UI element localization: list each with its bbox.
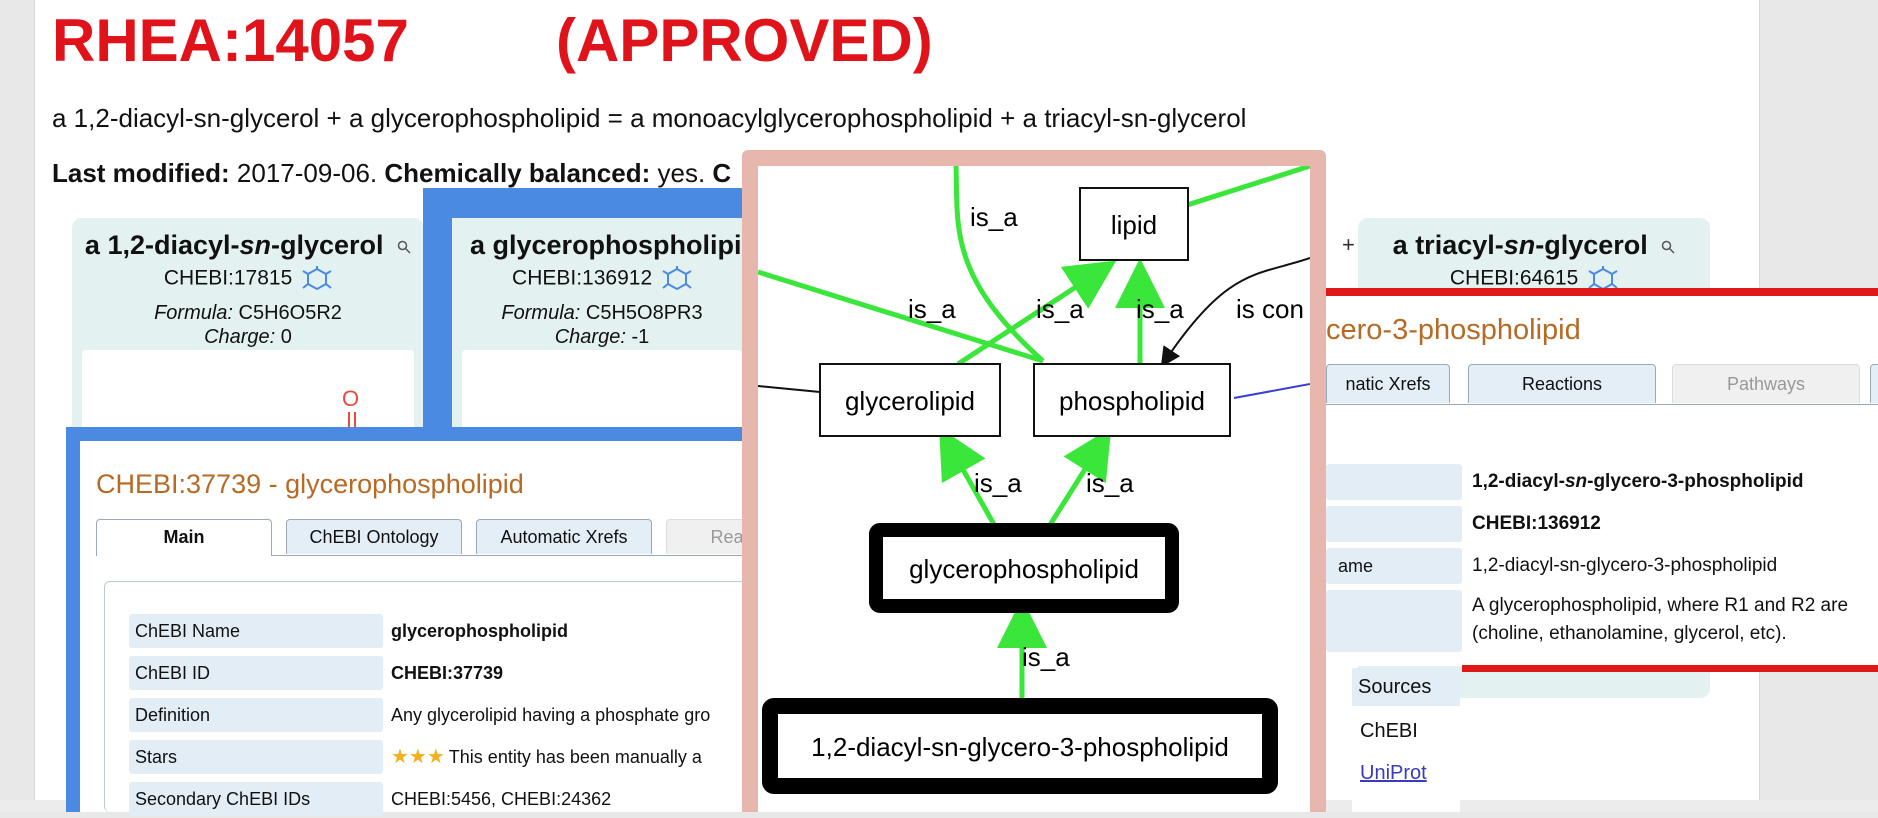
chebi-details-box: ChEBI Name glycerophospholipid ChEBI ID … [104,581,766,816]
detail-row: Secondary ChEBI IDs CHEBI:5456, CHEBI:24… [129,782,766,818]
detail-value: A glycerophospholipid, where R1 and R2 a… [1472,595,1849,644]
detail-row: Stars ★★★ This entity has been manually a [129,740,766,776]
rhea-participant-popup-body: cero-3-phospholipid natic Xrefs Reaction… [1326,296,1878,666]
participant-chebi-id[interactable]: CHEBI:17815 [72,266,424,292]
detail-key: ame [1326,548,1462,584]
reaction-meta: Last modified: 2017-09-06. Chemically ba… [52,158,731,189]
participant-name[interactable]: a 1,2-diacyl-sn-glycerol [72,230,424,261]
detail-value: CHEBI:37739 [391,663,504,683]
star-rating-icon: ★★★ [391,746,445,768]
balanced-value: yes. [657,158,706,188]
detail-value: 1,2-diacyl-sn-glycero-3-phospholipid [1472,555,1778,576]
detail-row: 1,2-diacyl-sn-glycero-3-phospholipid [1326,464,1878,504]
chebi-popup-title: CHEBI:37739 - glycerophospholipid [96,469,524,499]
sources-header: Sources [1352,668,1460,706]
edge-label: is_a [1136,294,1184,324]
chebi-popup-tabs: Main ChEBI Ontology Automatic Xrefs Rea [96,519,788,556]
search-icon[interactable] [397,240,411,254]
chebi-popup: CHEBI:37739 - glycerophospholipid Main C… [66,427,788,816]
participant-formula: Formula: C5H6O5R2 [154,302,342,324]
ontology-graph-svg: is_a is_a is_a is_a is con is_a is_a is_… [758,166,1310,794]
node-label: phospholipid [1059,386,1205,416]
participant-chebi-id[interactable]: CHEBI:136912 [452,266,752,292]
edge-label: is_a [1036,294,1084,324]
detail-key [1326,464,1462,500]
detail-value: CHEBI:136912 [1472,513,1601,534]
ontology-graph-popup: is_a is_a is_a is_a is con is_a is_a is_… [742,150,1326,812]
detail-value: 1,2-diacyl-sn-glycero-3-phospholipid [1472,471,1804,492]
edge-label: is_a [1022,642,1070,672]
participant-name[interactable]: a triacyl-sn-glycerol [1358,230,1710,261]
detail-key [1326,590,1462,652]
ontology-graph: is_a is_a is_a is_a is con is_a is_a is_… [758,166,1310,812]
participant-popup-title: cero-3-phospholipid [1326,314,1581,346]
tab-chebi-ontology[interactable]: ChEBI Ontology [286,519,462,554]
detail-value: ★★★ This entity has been manually a [391,746,702,768]
reaction-status: (APPROVED) [556,7,933,74]
reaction-equation: a 1,2-diacyl-sn-glycerol + a glycerophos… [52,103,1247,133]
detail-row: ame 1,2-diacyl-sn-glycero-3-phospholipid [1326,548,1878,588]
source-uniprot-link[interactable]: UniProt [1360,762,1427,785]
participant-name[interactable]: a glycerophospholipid [470,230,758,261]
detail-row: Definition Any glycerolipid having a pho… [129,698,766,734]
detail-value: Any glycerolipid having a phosphate gro [391,705,711,725]
highlight-border [1326,288,1878,296]
graph-edge [953,166,1045,363]
detail-row: CHEBI:136912 [1326,506,1878,546]
participant-charge: Charge: -1 [554,326,650,348]
last-modified-label: Last modified: [52,158,230,188]
tab-reactions[interactable]: Reactions [1468,364,1656,403]
edge-label: is_a [974,468,1022,498]
detail-row: A glycerophospholipid, where R1 and R2 a… [1326,590,1878,654]
chebi-popup-body: CHEBI:37739 - glycerophospholipid Main C… [80,441,788,816]
detail-value: CHEBI:5456, CHEBI:24362 [391,789,612,809]
detail-value: glycerophospholipid [391,621,569,641]
edge-label: is_a [970,202,1018,232]
tab-automatic-xrefs[interactable]: natic Xrefs [1326,364,1450,403]
molecule-icon[interactable] [302,266,332,292]
participant-popup-tabs: natic Xrefs Reactions Pathways [1326,364,1878,405]
structure-atom-label: O [342,386,360,411]
edge-label: is_a [1086,468,1134,498]
detail-row: ChEBI Name glycerophospholipid [129,614,766,650]
search-icon[interactable] [1661,240,1675,254]
plus-sign: + [1342,232,1355,257]
detail-row: ChEBI ID CHEBI:37739 [129,656,766,692]
participant-formula: Formula: C5H5O8PR3 [501,302,703,324]
detail-key: ChEBI ID [129,656,383,690]
highlight-border [1462,665,1878,672]
detail-key: ChEBI Name [129,614,383,648]
participant-charge: Charge: 0 [204,326,292,348]
node-label: glycerolipid [845,386,975,416]
node-label: glycerophospholipid [909,554,1139,584]
tab-automatic-xrefs[interactable]: Automatic Xrefs [476,519,652,554]
graph-edge [758,385,821,393]
detail-key: Secondary ChEBI IDs [129,782,383,816]
last-modified-value: 2017-09-06. [236,158,378,188]
graph-edge [1233,383,1310,399]
detail-key: Stars [129,740,383,774]
sources-panel: Sources ChEBI UniProt [1352,668,1460,812]
node-label: lipid [1111,210,1157,240]
node-label: 1,2-diacyl-sn-glycero-3-phospholipid [811,732,1229,762]
balanced-label: Chemically balanced: [384,158,651,188]
detail-key: Definition [129,698,383,732]
meta-truncated-text: C [712,158,732,188]
source-chebi: ChEBI [1360,720,1418,742]
reaction-id-title: RHEA:14057 [52,7,409,74]
rhea-participant-popup: cero-3-phospholipid natic Xrefs Reaction… [1310,288,1878,666]
edge-label: is con [1236,294,1304,324]
graph-edge [1183,166,1310,209]
detail-key [1326,506,1462,542]
molecule-icon[interactable] [662,266,692,292]
tab-more[interactable] [1870,364,1878,403]
tab-pathways[interactable]: Pathways [1672,364,1860,403]
edge-label: is_a [908,294,956,324]
tab-main[interactable]: Main [96,519,272,556]
